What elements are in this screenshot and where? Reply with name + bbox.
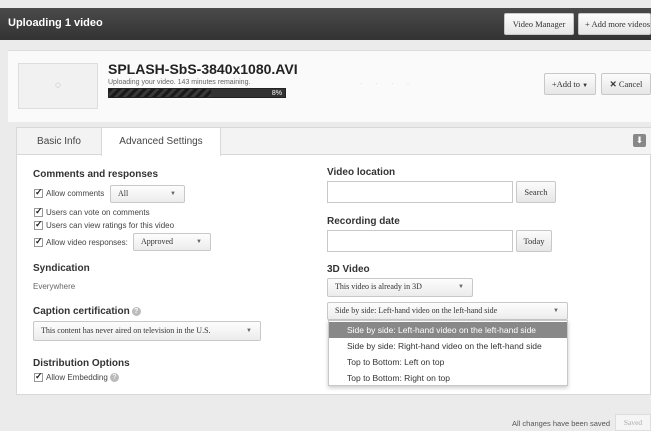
upload-progress-bar: 8%	[108, 88, 286, 98]
saved-button[interactable]: Saved	[615, 414, 651, 431]
caption-heading: Caption certification?	[33, 306, 141, 317]
save-status-text: All changes have been saved	[512, 419, 610, 428]
chevron-down-icon: ▼	[170, 191, 176, 197]
cancel-label: Cancel	[618, 79, 643, 89]
video-manager-button[interactable]: Video Manager	[504, 13, 574, 35]
tab-bar: Basic Info Advanced Settings ⬇	[17, 128, 651, 156]
dropdown-option[interactable]: Top to Bottom: Left on top	[329, 354, 567, 370]
vote-comments-label: Users can vote on comments	[46, 208, 150, 217]
caption-heading-label: Caption certification	[33, 306, 130, 317]
dropdown-option[interactable]: Side by side: Left-hand video on the lef…	[329, 322, 567, 338]
tab-advanced-settings[interactable]: Advanced Settings	[101, 128, 221, 156]
allow-comments-label: Allow comments	[46, 189, 105, 198]
allow-comments-select[interactable]: All ▼	[110, 185, 185, 203]
video-thumbnail: ◌	[18, 63, 98, 109]
page-title: Uploading 1 video	[8, 17, 103, 29]
add-more-videos-label: Add more videos	[591, 19, 650, 29]
dropdown-option[interactable]: Side by side: Right-hand video on the le…	[329, 338, 567, 354]
add-more-videos-button[interactable]: + Add more videos	[578, 13, 651, 35]
video-location-input[interactable]	[327, 181, 513, 203]
dropdown-option[interactable]: Top to Bottom: Right on top	[329, 370, 567, 386]
allow-embedding-label: Allow Embedding?	[46, 373, 119, 383]
view-ratings-checkbox[interactable]	[34, 219, 43, 230]
3d-mode-value: This video is already in 3D	[335, 282, 422, 291]
add-to-label: Add to	[556, 79, 581, 89]
recording-date-input[interactable]	[327, 230, 513, 252]
syndication-heading: Syndication	[33, 263, 90, 274]
upload-progress-fill	[109, 89, 212, 97]
allow-embedding-text: Allow Embedding	[46, 373, 108, 382]
3d-layout-value: Side by side: Left-hand video on the lef…	[335, 306, 498, 315]
video-filename: SPLASH-SbS-3840x1080.AVI	[108, 61, 298, 77]
today-button[interactable]: Today	[516, 230, 552, 252]
plus-icon: +	[585, 19, 590, 29]
syndication-value: Everywhere	[33, 282, 76, 291]
video-location-heading: Video location	[327, 167, 396, 178]
loading-spinner-icon: ◌	[55, 80, 61, 91]
recording-date-heading: Recording date	[327, 216, 400, 227]
view-ratings-label: Users can view ratings for this video	[46, 221, 175, 230]
tab-basic-info[interactable]: Basic Info	[17, 128, 101, 155]
upload-progress-percent: 8%	[271, 90, 282, 97]
3d-video-heading: 3D Video	[327, 264, 370, 275]
upload-card: ◌ SPLASH-SbS-3840x1080.AVI Uploading you…	[8, 50, 651, 122]
3d-mode-select[interactable]: This video is already in 3D ▼	[327, 278, 473, 297]
upload-status-text: Uploading your video. 143 minutes remain…	[108, 79, 251, 86]
processing-dots: · · · ·	[360, 81, 415, 87]
chevron-down-icon: ▼	[196, 239, 202, 245]
top-bar: Uploading 1 video Video Manager + Add mo…	[0, 8, 651, 40]
3d-layout-select[interactable]: Side by side: Left-hand video on the lef…	[327, 302, 568, 320]
video-responses-select[interactable]: Approved ▼	[133, 233, 211, 251]
chevron-down-icon: ▼	[553, 308, 559, 314]
allow-embedding-checkbox[interactable]	[34, 371, 43, 382]
caret-down-icon: ▼	[582, 83, 589, 89]
cancel-button[interactable]: ✕ Cancel	[601, 73, 651, 95]
vote-comments-checkbox[interactable]	[34, 206, 43, 217]
chevron-down-icon: ▼	[246, 328, 252, 334]
video-responses-checkbox[interactable]	[34, 236, 43, 247]
3d-layout-dropdown-menu: Side by side: Left-hand video on the lef…	[328, 320, 568, 386]
chevron-down-icon: ▼	[458, 284, 464, 290]
caption-certification-select[interactable]: This content has never aired on televisi…	[33, 321, 261, 341]
comments-heading: Comments and responses	[33, 169, 159, 180]
download-icon[interactable]: ⬇	[633, 134, 646, 147]
video-responses-value: Approved	[141, 237, 173, 246]
allow-comments-checkbox[interactable]	[34, 187, 43, 198]
close-icon: ✕	[609, 79, 617, 89]
help-icon[interactable]: ?	[109, 373, 119, 383]
help-icon[interactable]: ?	[131, 306, 141, 316]
location-search-button[interactable]: Search	[516, 181, 556, 203]
allow-comments-value: All	[118, 189, 129, 198]
video-responses-label: Allow video responses:	[46, 238, 128, 247]
caption-certification-value: This content has never aired on televisi…	[41, 326, 211, 335]
distribution-heading: Distribution Options	[33, 358, 130, 369]
add-to-button[interactable]: +Add to ▼	[544, 73, 596, 95]
